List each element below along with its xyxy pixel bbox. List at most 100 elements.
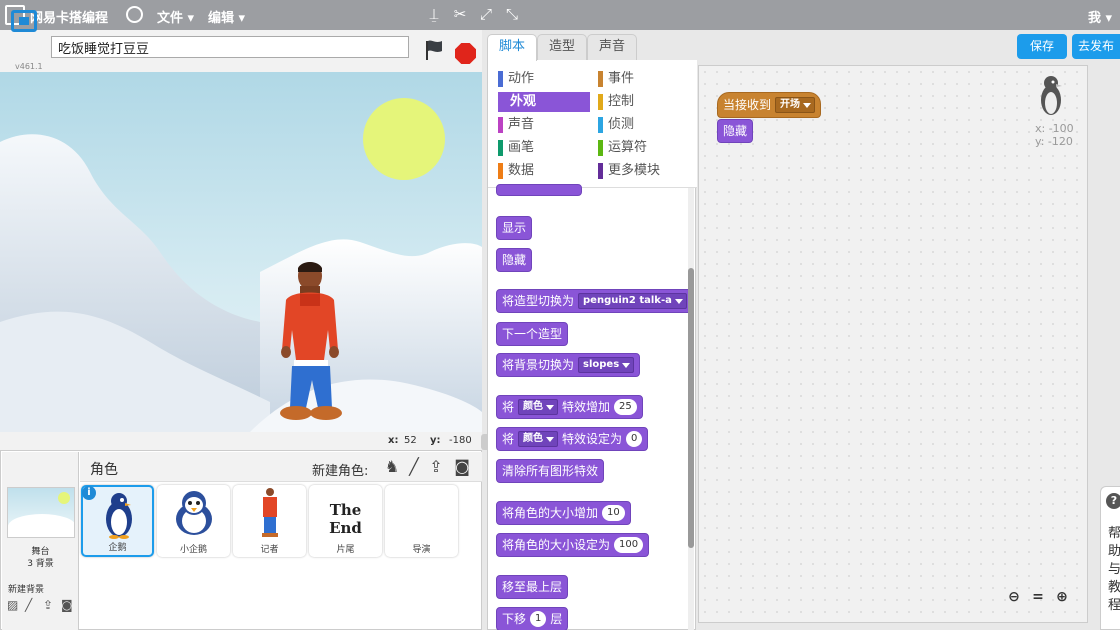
block-switch-backdrop[interactable]: 将背景切换为 slopes xyxy=(496,353,641,377)
sprite-tile-reporter[interactable]: 记者 xyxy=(233,485,306,557)
reporter-thumbnail xyxy=(262,488,278,537)
little-penguin-thumbnail xyxy=(176,491,212,535)
paint-brush-icon[interactable]: ╱ xyxy=(25,599,39,611)
block-switch-costume[interactable]: 将造型切换为 penguin2 talk-a xyxy=(496,289,693,313)
category-looks[interactable]: 外观 xyxy=(498,92,590,112)
size-change-input[interactable]: 10 xyxy=(602,505,625,521)
sprite-name: 记者 xyxy=(260,545,279,555)
sprite-tile-penguin[interactable]: i 企鹅 xyxy=(81,485,154,557)
tab-costumes[interactable]: 造型 xyxy=(537,34,587,60)
category-pen[interactable]: 画笔 xyxy=(498,138,590,158)
effect-change-input[interactable]: 25 xyxy=(614,399,637,415)
info-icon[interactable]: i xyxy=(82,486,96,500)
category-motion[interactable]: 动作 xyxy=(498,69,590,89)
message-dropdown[interactable]: 开场 xyxy=(775,97,815,113)
size-set-input[interactable]: 100 xyxy=(614,537,644,553)
block-go-back-layers[interactable]: 下移 1 层 xyxy=(496,607,569,630)
zoom-reset-icon[interactable]: = xyxy=(1029,588,1047,606)
tab-scripts[interactable]: 脚本 xyxy=(487,34,537,61)
new-sprite-label: 新建角色: xyxy=(312,464,369,479)
effect-set-input[interactable]: 0 xyxy=(626,431,643,447)
block-clear-effects[interactable]: 清除所有图形特效 xyxy=(496,459,605,483)
upload-sprite-icon[interactable]: ⇪ xyxy=(426,457,446,477)
sprite-position-readout: x: -100 y: -120 xyxy=(1035,122,1074,148)
duplicate-stamp-icon[interactable]: ⍊ xyxy=(425,5,443,23)
category-more-blocks[interactable]: 更多模块 xyxy=(598,161,690,181)
category-list: 动作 事件 外观 控制 声音 侦测 画笔 运算符 数据 更多模块 xyxy=(488,60,697,188)
camera-sprite-icon[interactable]: ◙ xyxy=(452,457,472,477)
block-set-size[interactable]: 将角色的大小设定为 100 xyxy=(496,533,650,557)
costume-dropdown[interactable]: penguin2 talk-a xyxy=(578,293,687,309)
camera-icon[interactable]: ◙ xyxy=(61,599,75,611)
upload-icon[interactable]: ⇪ xyxy=(43,599,57,611)
the-end-thumbnail-text: The End xyxy=(329,501,362,537)
sprite-name: 片尾 xyxy=(336,545,355,555)
new-backdrop-label: 新建背景 xyxy=(8,585,45,595)
sprite-tile-ending[interactable]: The End 片尾 xyxy=(309,485,382,557)
block-change-effect[interactable]: 将颜色 特效增加 25 xyxy=(496,395,643,419)
when-i-receive-block[interactable]: 当接收到 开场 xyxy=(717,92,821,118)
menu-edit[interactable]: 编辑 ▾ xyxy=(208,7,245,26)
zoom-out-icon[interactable]: ⊖ xyxy=(1005,588,1023,606)
script-hide-block[interactable]: 隐藏 xyxy=(717,119,754,143)
stage-canvas[interactable] xyxy=(0,72,482,432)
tab-sounds[interactable]: 声音 xyxy=(587,34,637,60)
help-panel[interactable]: ? 帮助与教程 xyxy=(1100,486,1120,630)
fullscreen-icon[interactable] xyxy=(11,10,37,32)
paint-new-sprite-icon[interactable]: ╱ xyxy=(404,457,424,477)
zoom-controls: ⊖ = ⊕ xyxy=(1005,588,1071,606)
menu-bar: 网易卡搭编程 文件 ▾ 编辑 ▾ ⍊ ✂ ⤢ ⤡ 我 ▾ xyxy=(0,0,1120,30)
layers-input[interactable]: 1 xyxy=(530,611,547,627)
zoom-in-icon[interactable]: ⊕ xyxy=(1053,588,1071,606)
sprite-name: 小企鹅 xyxy=(179,545,207,555)
category-events[interactable]: 事件 xyxy=(598,69,690,89)
sprite-pane: 舞台 3 背景 新建背景 ▨ ╱ ⇪ ◙ 角色 新建角色: ♞ ╱ ⇪ ◙ i … xyxy=(0,450,482,630)
save-button[interactable]: 保存 xyxy=(1017,34,1067,59)
block-hide[interactable]: 隐藏 xyxy=(496,248,533,272)
sprite-library-icon[interactable]: ♞ xyxy=(382,457,402,477)
project-title-input[interactable] xyxy=(51,36,409,58)
stage-thumbnail[interactable] xyxy=(7,487,75,538)
help-icon[interactable]: ? xyxy=(1106,493,1120,509)
reporter-sprite[interactable] xyxy=(272,260,346,425)
category-sensing[interactable]: 侦测 xyxy=(598,115,690,135)
sprite-y: y: -120 xyxy=(1035,135,1073,148)
brand-name[interactable]: 网易卡搭编程 xyxy=(30,7,108,26)
category-operators[interactable]: 运算符 xyxy=(598,138,690,158)
stage-thumbnail-column: 舞台 3 背景 新建背景 ▨ ╱ ⇪ ◙ xyxy=(2,452,79,630)
palette-scroll-thumb[interactable] xyxy=(688,268,694,548)
shrink-icon[interactable]: ⤡ xyxy=(503,5,521,23)
block-partial[interactable] xyxy=(496,184,582,196)
mouse-coordinates: x: 52 y: -180 xyxy=(0,432,482,450)
sprite-name: 企鹅 xyxy=(108,543,127,553)
palette-scrollbar[interactable] xyxy=(688,188,694,630)
grow-icon[interactable]: ⤢ xyxy=(477,5,495,23)
backdrop-library-icon[interactable]: ▨ xyxy=(7,599,21,611)
user-menu[interactable]: 我 ▾ xyxy=(1088,7,1112,26)
green-flag-icon[interactable] xyxy=(422,38,446,62)
version-label: v461.1 xyxy=(15,62,43,71)
publish-button[interactable]: 去发布 xyxy=(1072,34,1120,59)
language-globe-icon[interactable] xyxy=(126,6,143,23)
block-next-costume[interactable]: 下一个造型 xyxy=(496,322,569,346)
sprite-tile-little-penguin[interactable]: 小企鹅 xyxy=(157,485,230,557)
sprites-label: 角色 xyxy=(90,462,118,478)
backdrop-dropdown[interactable]: slopes xyxy=(578,357,635,373)
category-control[interactable]: 控制 xyxy=(598,92,690,112)
block-show[interactable]: 显示 xyxy=(496,216,533,240)
effect-dropdown[interactable]: 颜色 xyxy=(518,399,559,415)
block-go-to-front[interactable]: 移至最上层 xyxy=(496,575,569,599)
script-area[interactable]: 当接收到 开场 隐藏 x: -100 y: -120 ⊖ = ⊕ xyxy=(698,65,1088,623)
delete-scissors-icon[interactable]: ✂ xyxy=(451,5,469,23)
menu-file[interactable]: 文件 ▾ xyxy=(157,7,194,26)
block-set-effect[interactable]: 将颜色 特效设定为 0 xyxy=(496,427,649,451)
help-text: 帮助与教程 xyxy=(1108,526,1120,613)
current-sprite-penguin-icon xyxy=(1041,76,1062,115)
category-data[interactable]: 数据 xyxy=(498,161,590,181)
block-change-size[interactable]: 将角色的大小增加 10 xyxy=(496,501,631,525)
block-palette: 动作 事件 外观 控制 声音 侦测 画笔 运算符 数据 更多模块 显示 隐藏 将… xyxy=(487,60,697,630)
category-sound[interactable]: 声音 xyxy=(498,115,590,135)
sprite-tile-director[interactable]: 导演 xyxy=(385,485,458,557)
x-value: 52 xyxy=(404,435,417,446)
effect-dropdown[interactable]: 颜色 xyxy=(518,431,559,447)
